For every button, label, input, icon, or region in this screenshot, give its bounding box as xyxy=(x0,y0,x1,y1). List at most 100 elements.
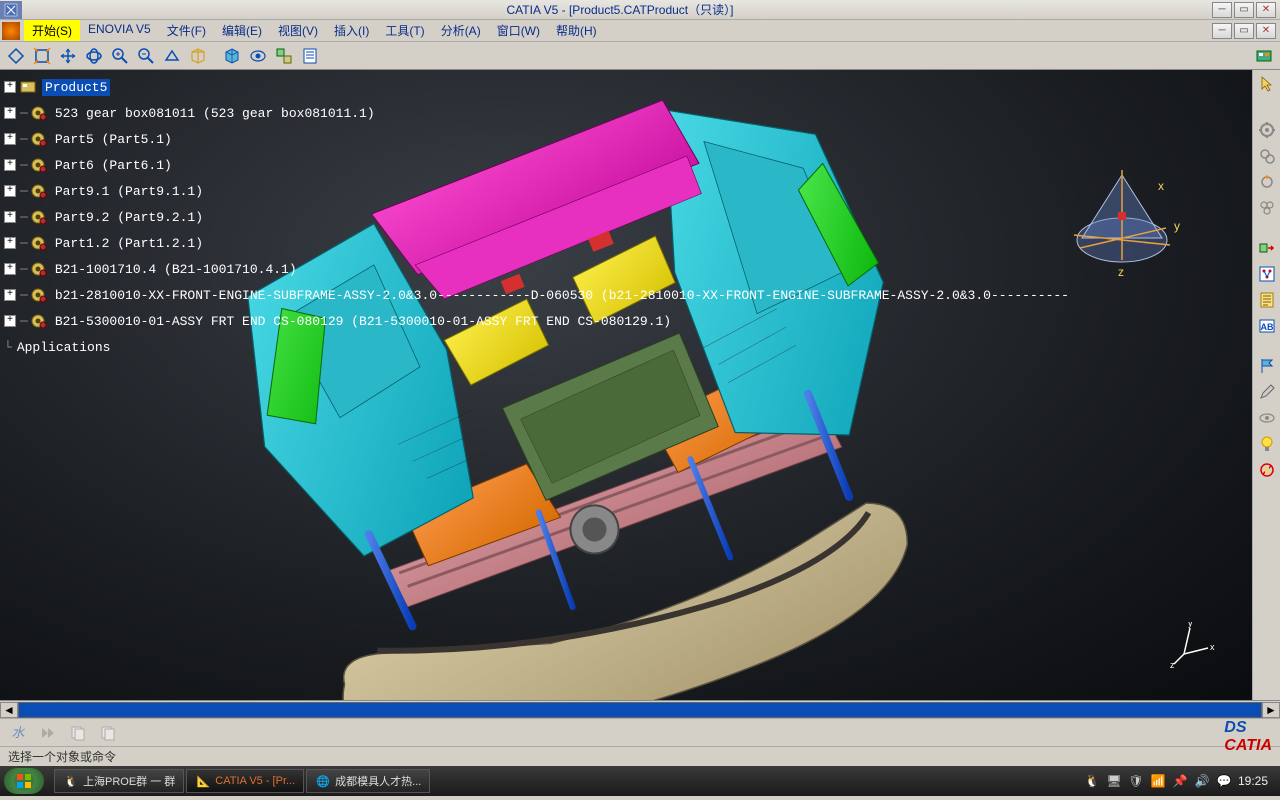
product-icon xyxy=(20,79,38,95)
specification-tree[interactable]: + Product5 +─523 gear box081011 (523 gea… xyxy=(4,74,1072,360)
gear1-icon[interactable] xyxy=(1255,118,1279,142)
normal-view-icon[interactable] xyxy=(160,44,184,68)
menu-start[interactable]: 开始(S) xyxy=(24,20,80,41)
expander-icon[interactable]: + xyxy=(4,133,16,145)
maximize-button[interactable]: ▭ xyxy=(1234,2,1254,18)
expander-icon[interactable]: + xyxy=(4,159,16,171)
expander-icon[interactable]: + xyxy=(4,263,16,275)
tray-display-icon[interactable]: 🖥 xyxy=(1106,773,1122,789)
mini-axis[interactable]: x y z xyxy=(1170,622,1216,668)
scroll-left-button[interactable]: ◄ xyxy=(0,702,18,718)
gear2-icon[interactable] xyxy=(1255,144,1279,168)
tree-node-label[interactable]: 523 gear box081011 (523 gear box081011.1… xyxy=(52,105,378,122)
start-button[interactable] xyxy=(4,768,44,794)
expander-icon[interactable]: + xyxy=(4,289,16,301)
tree-node-label[interactable]: Part9.1 (Part9.1.1) xyxy=(52,183,206,200)
menu-item-6[interactable]: 分析(A) xyxy=(433,20,489,41)
fit-all-icon[interactable] xyxy=(30,44,54,68)
doc-minimize-button[interactable]: ─ xyxy=(1212,23,1232,39)
scroll-right-button[interactable]: ► xyxy=(1262,702,1280,718)
taskbar-item[interactable]: 🐧上海PROE群 一 群 xyxy=(54,769,184,793)
expander-icon[interactable]: + xyxy=(4,237,16,249)
properties-icon[interactable] xyxy=(298,44,322,68)
menu-item-2[interactable]: 编辑(E) xyxy=(214,20,270,41)
hide-show-icon[interactable] xyxy=(246,44,270,68)
taskbar-item[interactable]: 🌐成都模具人才热... xyxy=(306,769,430,793)
tree-node[interactable]: +─Part6 (Part6.1) xyxy=(4,152,1072,178)
tree-applications-label[interactable]: Applications xyxy=(14,339,114,356)
taskbar-item[interactable]: 📐CATIA V5 - [Pr... xyxy=(186,769,304,793)
tray-network-icon[interactable]: 📶 xyxy=(1150,773,1166,789)
scroll-track[interactable] xyxy=(18,702,1262,718)
clock[interactable]: 19:25 xyxy=(1238,774,1268,788)
menu-item-3[interactable]: 视图(V) xyxy=(270,20,326,41)
tree-node[interactable]: +─Part9.2 (Part9.2.1) xyxy=(4,204,1072,230)
expander-icon[interactable]: + xyxy=(4,81,16,93)
tree-node[interactable]: +─523 gear box081011 (523 gear box081011… xyxy=(4,100,1072,126)
select-icon[interactable] xyxy=(1255,72,1279,96)
rotate-icon[interactable] xyxy=(82,44,106,68)
gear3-icon[interactable] xyxy=(1255,170,1279,194)
expander-icon[interactable]: + xyxy=(4,107,16,119)
expander-icon[interactable]: + xyxy=(4,211,16,223)
bulb-icon[interactable] xyxy=(1255,432,1279,456)
tree-node-label[interactable]: Part6 (Part6.1) xyxy=(52,157,175,174)
compass[interactable]: y z x xyxy=(1052,150,1192,290)
pencil-icon[interactable] xyxy=(1255,380,1279,404)
menu-item-7[interactable]: 窗口(W) xyxy=(489,20,548,41)
tree-node-label[interactable]: Part9.2 (Part9.2.1) xyxy=(52,209,206,226)
tree-node-label[interactable]: b21-2810010-XX-FRONT-ENGINE-SUBFRAME-ASS… xyxy=(52,287,1072,304)
docs1-icon[interactable] xyxy=(66,721,90,745)
iso-view-icon[interactable] xyxy=(186,44,210,68)
minimize-button[interactable]: ─ xyxy=(1212,2,1232,18)
disabled-icon[interactable] xyxy=(1255,458,1279,482)
zoom-out-icon[interactable] xyxy=(134,44,158,68)
gear4-icon[interactable] xyxy=(1255,196,1279,220)
water-icon[interactable]: 水 xyxy=(6,721,30,745)
menu-item-4[interactable]: 插入(I) xyxy=(326,20,377,41)
docs2-icon[interactable] xyxy=(96,721,120,745)
shading-icon[interactable] xyxy=(220,44,244,68)
expander-icon[interactable]: + xyxy=(4,315,16,327)
tree-node-label[interactable]: B21-5300010-01-ASSY FRT END CS-080129 (B… xyxy=(52,313,674,330)
pan-icon[interactable] xyxy=(56,44,80,68)
3d-viewport[interactable]: + Product5 +─523 gear box081011 (523 gea… xyxy=(0,70,1252,700)
tree-node-label[interactable]: Part1.2 (Part1.2.1) xyxy=(52,235,206,252)
menu-item-8[interactable]: 帮助(H) xyxy=(548,20,605,41)
tree-root-label[interactable]: Product5 xyxy=(42,79,110,96)
tree-node[interactable]: +─b21-2810010-XX-FRONT-ENGINE-SUBFRAME-A… xyxy=(4,282,1072,308)
flag-icon[interactable] xyxy=(1255,354,1279,378)
tray-pin-icon[interactable]: 📌 xyxy=(1172,773,1188,789)
swap-space-icon[interactable] xyxy=(272,44,296,68)
tree-node-label[interactable]: B21-1001710.4 (B21-1001710.4.1) xyxy=(52,261,300,278)
fly-mode-icon[interactable] xyxy=(4,44,28,68)
tray-penguin-icon[interactable]: 🐧 xyxy=(1084,773,1100,789)
vpm-icon[interactable] xyxy=(1252,44,1276,68)
horizontal-scrollbar[interactable]: ◄ ► xyxy=(0,700,1280,718)
fastforward-icon[interactable] xyxy=(36,721,60,745)
tree-node[interactable]: +─Part1.2 (Part1.2.1) xyxy=(4,230,1072,256)
system-tray[interactable]: 🐧 🖥 🛡 📶 📌 🔊 💬 19:25 xyxy=(1084,773,1276,789)
doc-restore-button[interactable]: ▭ xyxy=(1234,23,1254,39)
tray-shield-icon[interactable]: 🛡 xyxy=(1128,773,1144,789)
tree-node[interactable]: +─Part5 (Part5.1) xyxy=(4,126,1072,152)
tree-node-label[interactable]: Part5 (Part5.1) xyxy=(52,131,175,148)
menu-item-5[interactable]: 工具(T) xyxy=(377,20,432,41)
tree-node[interactable]: +─B21-1001710.4 (B21-1001710.4.1) xyxy=(4,256,1072,282)
menu-item-1[interactable]: 文件(F) xyxy=(159,20,214,41)
number-icon[interactable]: AB xyxy=(1255,314,1279,338)
tray-chat-icon[interactable]: 💬 xyxy=(1216,773,1232,789)
eye-icon[interactable] xyxy=(1255,406,1279,430)
zoom-in-icon[interactable] xyxy=(108,44,132,68)
close-button[interactable]: ✕ xyxy=(1256,2,1276,18)
expander-icon[interactable]: + xyxy=(4,185,16,197)
system-icon[interactable] xyxy=(2,22,20,40)
tree-node[interactable]: +─Part9.1 (Part9.1.1) xyxy=(4,178,1072,204)
tree-node[interactable]: +─B21-5300010-01-ASSY FRT END CS-080129 … xyxy=(4,308,1072,334)
doc-close-button[interactable]: ✕ xyxy=(1256,23,1276,39)
tray-volume-icon[interactable]: 🔊 xyxy=(1194,773,1210,789)
menu-item-0[interactable]: ENOVIA V5 xyxy=(80,20,159,41)
replace-icon[interactable] xyxy=(1255,236,1279,260)
graph-icon[interactable] xyxy=(1255,262,1279,286)
bom-icon[interactable] xyxy=(1255,288,1279,312)
